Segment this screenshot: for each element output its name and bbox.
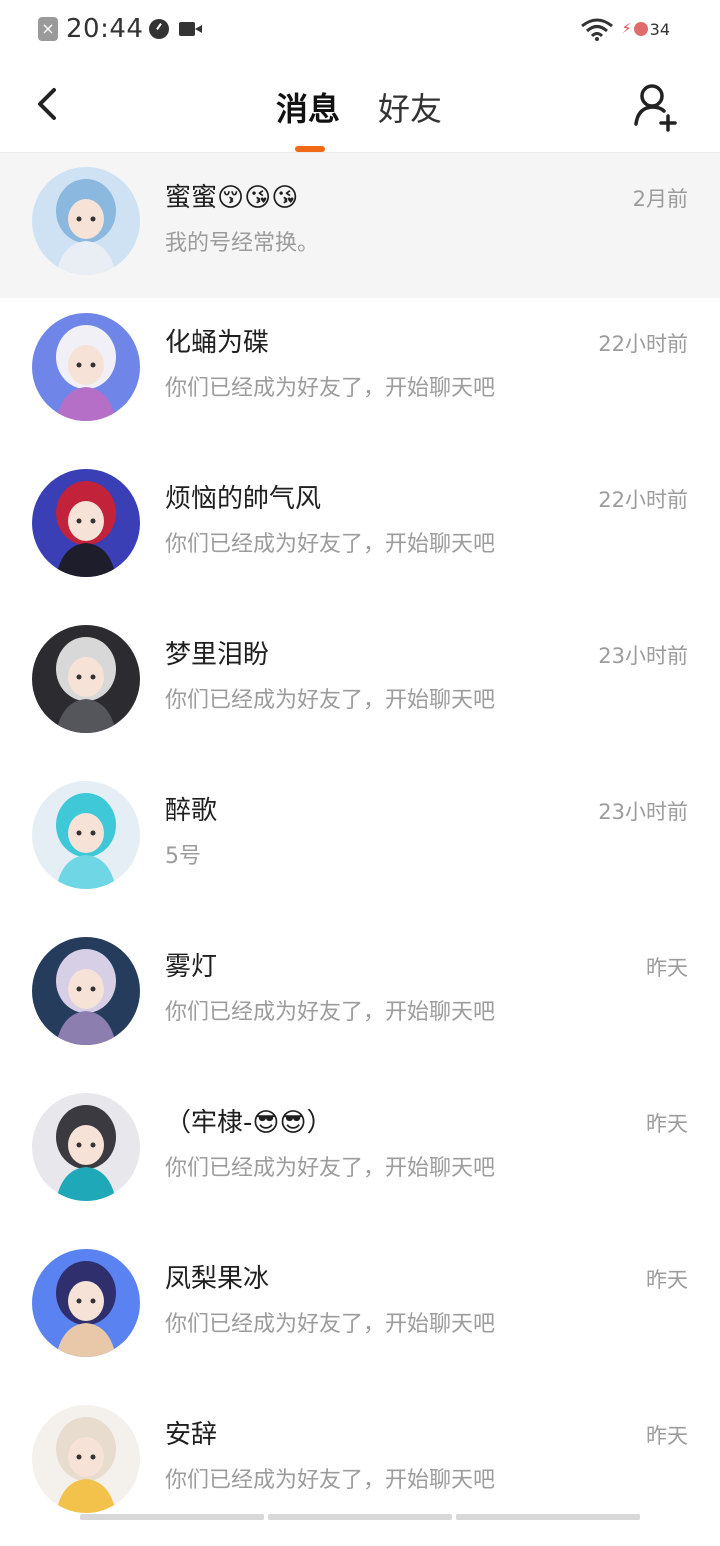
conversation-name: 醉歌 bbox=[165, 796, 218, 826]
conversation-time: 2月前 bbox=[632, 187, 688, 211]
avatar[interactable] bbox=[32, 1249, 140, 1357]
avatar-image bbox=[32, 1405, 140, 1513]
conversation-time: 昨天 bbox=[646, 956, 688, 980]
conversation-name: 化蛹为碟 bbox=[165, 328, 270, 358]
status-left: × 20:44 bbox=[38, 14, 203, 44]
conversation-item[interactable]: 安辞你们已经成为好友了，开始聊天吧 昨天 bbox=[0, 1390, 720, 1546]
conversation-preview: 你们已经成为好友了，开始聊天吧 bbox=[165, 1312, 496, 1337]
chevron-left-icon[interactable] bbox=[28, 82, 68, 126]
conversation-item[interactable]: 化蛹为碟你们已经成为好友了，开始聊天吧 22小时前 bbox=[0, 298, 720, 454]
avatar[interactable] bbox=[32, 167, 140, 275]
status-time: 20:44 bbox=[66, 14, 144, 44]
conversation-item[interactable]: 梦里泪盼你们已经成为好友了，开始聊天吧 23小时前 bbox=[0, 610, 720, 766]
charging-icon: ⚡ bbox=[621, 21, 632, 37]
avatar-image bbox=[32, 167, 140, 275]
conversation-preview: 你们已经成为好友了，开始聊天吧 bbox=[165, 376, 496, 401]
avatar[interactable] bbox=[32, 313, 140, 421]
clock-icon bbox=[149, 19, 170, 39]
conversation-preview: 你们已经成为好友了，开始聊天吧 bbox=[165, 532, 496, 557]
avatar-image bbox=[32, 313, 140, 421]
top-nav-bar: 消息 好友 bbox=[0, 58, 720, 153]
notification-x-icon: × bbox=[38, 17, 58, 41]
conversation-preview: 5号 bbox=[165, 844, 201, 869]
conversation-item[interactable]: 凤梨果冰你们已经成为好友了，开始聊天吧 昨天 bbox=[0, 1234, 720, 1390]
conversation-preview: 你们已经成为好友了，开始聊天吧 bbox=[165, 1000, 496, 1025]
active-tab-indicator bbox=[295, 146, 325, 152]
conversation-item[interactable]: 蜜蜜😚😘😘 我的号经常换。 2月前 bbox=[0, 153, 720, 298]
avatar[interactable] bbox=[32, 1093, 140, 1201]
status-bar: × 20:44 ⚡ 34 bbox=[0, 0, 720, 58]
conversation-name: 雾灯 bbox=[165, 952, 218, 982]
conversation-preview: 你们已经成为好友了，开始聊天吧 bbox=[165, 688, 496, 713]
avatar[interactable] bbox=[32, 1405, 140, 1513]
status-right: ⚡ 34 bbox=[580, 14, 670, 44]
avatar-image bbox=[32, 1249, 140, 1357]
avatar[interactable] bbox=[32, 469, 140, 577]
conversation-name: 安辞 bbox=[165, 1420, 218, 1450]
video-icon bbox=[179, 22, 203, 36]
conversation-name: 烦恼的帥气风 bbox=[165, 484, 322, 514]
conversation-name: 蜜蜜😚😘😘 bbox=[165, 183, 299, 213]
conversation-preview: 我的号经常换。 bbox=[165, 231, 320, 256]
avatar-image bbox=[32, 937, 140, 1045]
conversation-time: 昨天 bbox=[646, 1112, 688, 1136]
conversation-name: 凤梨果冰 bbox=[165, 1264, 270, 1294]
avatar-image bbox=[32, 781, 140, 889]
avatar[interactable] bbox=[32, 781, 140, 889]
avatar-image bbox=[32, 625, 140, 733]
conversation-preview: 你们已经成为好友了，开始聊天吧 bbox=[165, 1468, 496, 1493]
conversation-item[interactable]: 烦恼的帥气风你们已经成为好友了，开始聊天吧 22小时前 bbox=[0, 454, 720, 610]
conversation-list: 蜜蜜😚😘😘 我的号经常换。 2月前 化蛹为碟 你们已经成为好友了，开始聊天吧 22小时前烦… bbox=[0, 153, 720, 1546]
conversation-time: 昨天 bbox=[646, 1424, 688, 1448]
conversation-item[interactable]: （牢棣-😎😎） 你们已经成为好友了，开始聊天吧 昨天 bbox=[0, 1078, 720, 1234]
avatar[interactable] bbox=[32, 625, 140, 733]
battery-flower-icon bbox=[633, 22, 648, 36]
avatar-image bbox=[32, 469, 140, 577]
add-friend-icon[interactable] bbox=[630, 80, 682, 132]
conversation-item[interactable]: 雾灯你们已经成为好友了，开始聊天吧 昨天 bbox=[0, 922, 720, 1078]
avatar[interactable] bbox=[32, 937, 140, 1045]
conversation-name: （牢棣-😎😎） bbox=[165, 1108, 333, 1138]
conversation-time: 23小时前 bbox=[598, 644, 688, 668]
conversation-time: 22小时前 bbox=[598, 488, 688, 512]
battery-level: 34 bbox=[649, 19, 670, 39]
tab-messages[interactable]: 消息 bbox=[276, 84, 340, 130]
conversation-item[interactable]: 醉歌 5号 23小时前 bbox=[0, 766, 720, 922]
conversation-time: 22小时前 bbox=[598, 332, 688, 356]
tab-friends[interactable]: 好友 bbox=[378, 84, 442, 130]
battery-indicator: 34 bbox=[633, 19, 670, 39]
avatar-image bbox=[32, 1093, 140, 1201]
conversation-preview: 你们已经成为好友了，开始聊天吧 bbox=[165, 1156, 496, 1181]
conversation-time: 昨天 bbox=[646, 1268, 688, 1292]
conversation-name: 梦里泪盼 bbox=[165, 640, 270, 670]
wifi-icon bbox=[580, 18, 613, 41]
bottom-scroll-indicator bbox=[80, 1514, 640, 1520]
conversation-time: 23小时前 bbox=[598, 800, 688, 824]
